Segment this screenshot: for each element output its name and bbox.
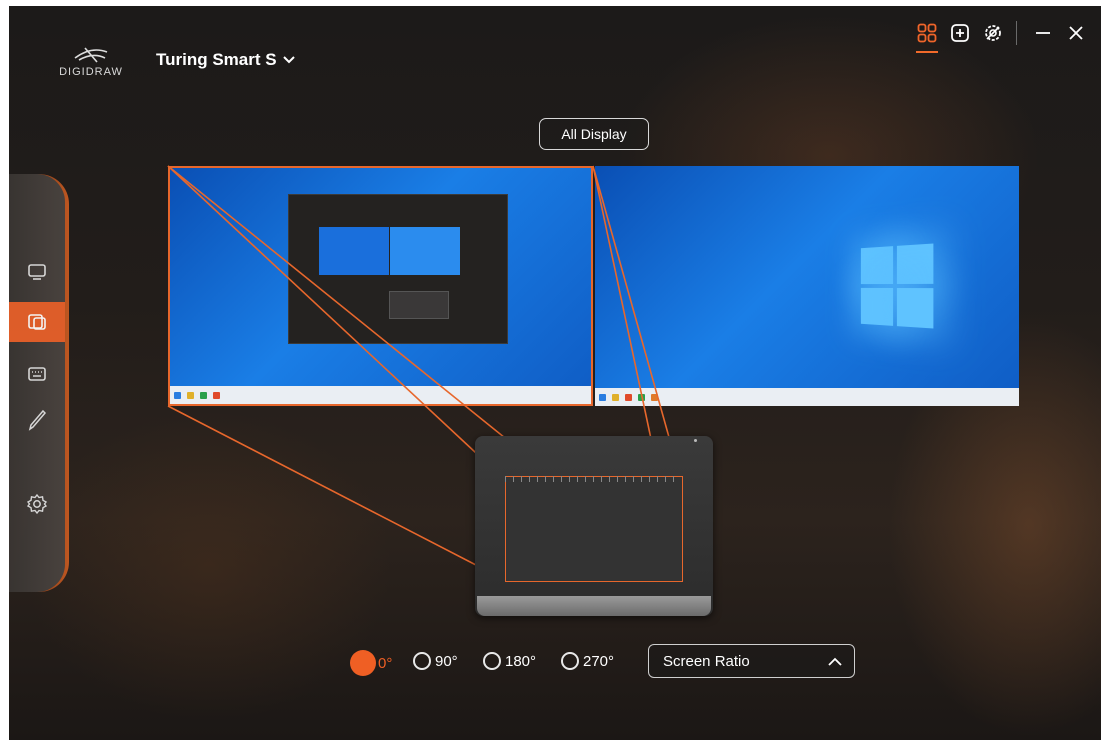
active-area-ruler — [505, 476, 681, 482]
grid-layout-icon — [917, 23, 937, 43]
taskbar-1 — [170, 386, 591, 404]
screen-mapping-icon — [28, 314, 46, 330]
screen-ratio-value: Screen Ratio — [663, 652, 750, 670]
sidebar-item-settings[interactable] — [9, 484, 65, 524]
sidebar-item-keys[interactable] — [9, 354, 65, 394]
settings-badge-icon — [985, 25, 1001, 41]
minimize-icon — [1036, 32, 1050, 34]
add-button[interactable] — [945, 20, 975, 46]
windows-logo-icon — [860, 243, 934, 329]
rotation-option-180[interactable]: 180° — [483, 652, 536, 670]
logo-text: DIGIDRAW — [59, 66, 123, 78]
rotation-option-270[interactable]: 270° — [561, 652, 614, 670]
toolbar-divider — [1016, 21, 1017, 45]
sidebar-item-pen[interactable] — [9, 400, 65, 440]
radio-icon — [561, 652, 579, 670]
digidraw-logo: DIGIDRAW — [49, 44, 133, 78]
monitor-1-preview[interactable] — [168, 166, 593, 406]
settings-badge-button[interactable] — [978, 20, 1008, 46]
sidebar-item-mapping[interactable] — [9, 302, 65, 342]
keyboard-icon — [28, 367, 46, 381]
screen-ratio-select[interactable]: Screen Ratio — [648, 644, 855, 678]
add-box-icon — [951, 24, 969, 42]
taskbar-2 — [595, 388, 1019, 406]
pen-icon — [28, 409, 47, 431]
device-selector[interactable]: Turing Smart S — [156, 50, 295, 70]
grid-layout-button[interactable] — [912, 20, 942, 53]
radio-icon — [483, 652, 501, 670]
minimize-button[interactable] — [1028, 20, 1058, 46]
close-button[interactable] — [1061, 20, 1091, 46]
tablet-brand-strip — [477, 596, 711, 616]
logo-mark-icon — [74, 47, 108, 63]
tablet-preview — [475, 436, 713, 616]
sidebar — [9, 174, 69, 592]
rotation-option-0[interactable]: 0° — [352, 652, 392, 674]
device-name: Turing Smart S — [156, 50, 277, 69]
active-area[interactable] — [505, 476, 683, 582]
nested-app-preview — [288, 194, 508, 344]
all-display-button[interactable]: All Display — [539, 118, 649, 150]
monitor-2-preview[interactable] — [595, 166, 1019, 406]
chevron-down-icon — [282, 56, 295, 64]
app-window: DIGIDRAW Turing Smart S All Display 0° 9… — [9, 6, 1101, 740]
close-icon — [1069, 26, 1083, 40]
sidebar-item-display[interactable] — [9, 252, 65, 292]
chevron-up-icon — [828, 657, 842, 666]
top-toolbar — [909, 20, 1101, 53]
radio-icon — [413, 652, 431, 670]
rotation-option-90[interactable]: 90° — [413, 652, 458, 670]
gear-icon — [26, 493, 48, 515]
monitor-icon — [28, 264, 46, 280]
radio-selected-icon — [352, 652, 374, 674]
